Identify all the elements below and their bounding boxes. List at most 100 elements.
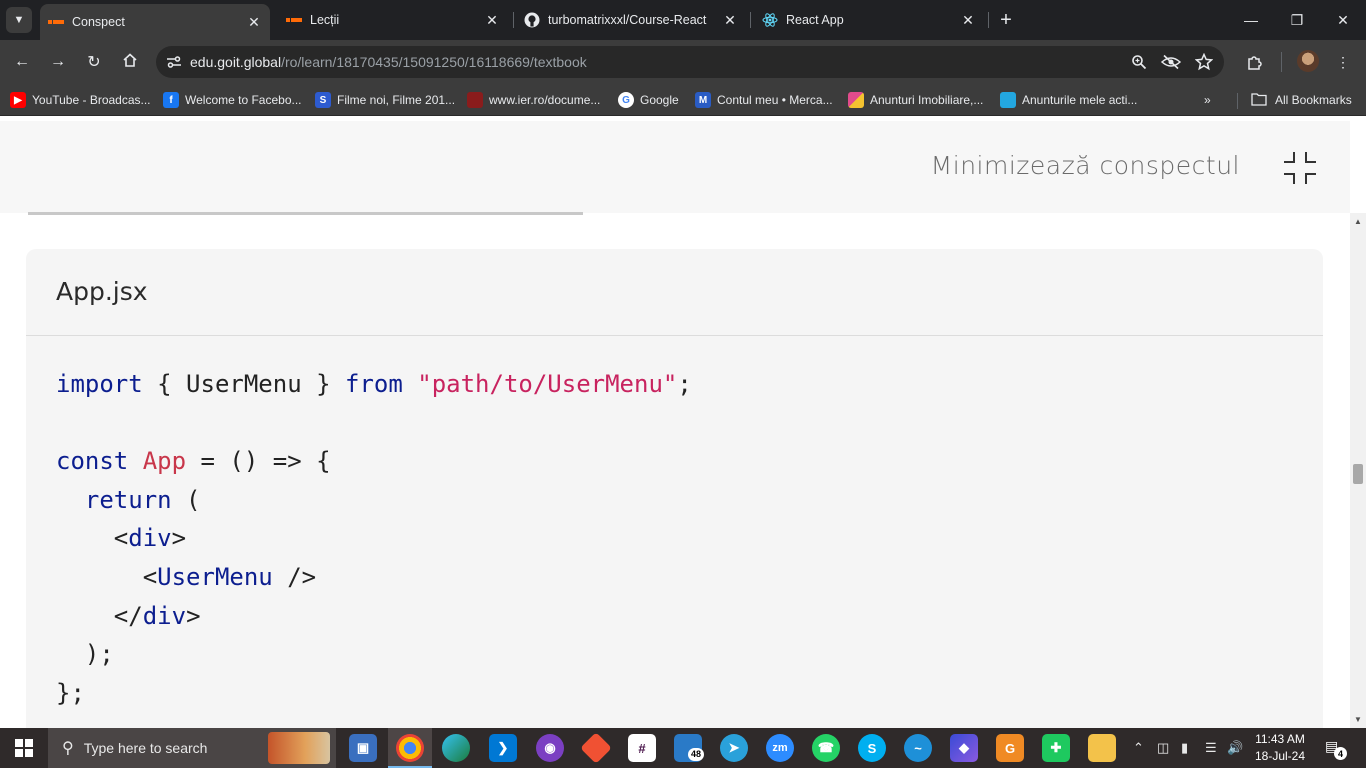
bookmark-facebook[interactable]: f Welcome to Facebo... <box>163 91 302 109</box>
weather-app-icon[interactable]: ~ <box>904 734 932 762</box>
site-info-icon[interactable] <box>158 55 190 69</box>
mercadopago-icon: M <box>695 92 711 108</box>
scrollbar-thumb[interactable] <box>1353 464 1363 484</box>
bookmark-label: Welcome to Facebo... <box>185 93 302 107</box>
copilot-icon[interactable]: ◆ <box>950 734 978 762</box>
whatsapp-icon[interactable]: ☎ <box>812 734 840 762</box>
bookmark-label: Contul meu • Merca... <box>717 93 833 107</box>
pdf-app-icon[interactable]: G <box>996 734 1024 762</box>
facebook-icon: f <box>163 92 179 108</box>
taskbar-clock[interactable]: 11:43 AM 18-Jul-24 <box>1247 731 1313 765</box>
skype-icon[interactable]: S <box>858 734 886 762</box>
olx-icon <box>1000 92 1016 108</box>
close-icon[interactable]: ✕ <box>244 12 264 32</box>
code-divider <box>26 335 1323 336</box>
folder-icon <box>1251 92 1267 109</box>
scroll-down-arrow-icon[interactable]: ▼ <box>1354 715 1362 724</box>
game-app-icon[interactable]: ✚ <box>1042 734 1070 762</box>
tab-strip: ▼ Conspect ✕ Lecții ✕ turbomatrixxxl/Cou… <box>0 0 1366 40</box>
bookmark-filme[interactable]: S Filme noi, Filme 201... <box>315 91 455 109</box>
code-block: App.jsx import { UserMenu } from "path/t… <box>26 249 1323 728</box>
eye-slash-icon[interactable] <box>1160 51 1182 73</box>
tab-react-app[interactable]: React App ✕ <box>754 4 984 36</box>
tab-github[interactable]: turbomatrixxxl/Course-React ✕ <box>516 4 746 36</box>
page-scrollbar[interactable]: ▲ ▼ <box>1350 213 1366 728</box>
tab-search-button[interactable]: ▼ <box>6 7 32 33</box>
bookmark-ier[interactable]: www.ier.ro/docume... <box>467 91 600 109</box>
clock-time: 11:43 AM <box>1255 732 1305 746</box>
restore-icon: ❐ <box>1290 11 1304 28</box>
tab-separator <box>988 12 989 28</box>
address-bar[interactable]: edu.goit.global/ro/learn/18170435/150912… <box>156 46 1224 78</box>
telegram-icon[interactable]: ➤ <box>720 734 748 762</box>
tab-lectii[interactable]: Lecții ✕ <box>278 4 508 36</box>
more-bookmarks-button[interactable]: » <box>1204 91 1211 109</box>
bookmark-olx[interactable]: Anunturile mele acti... <box>1000 91 1137 109</box>
tray-chevron-up-icon[interactable]: ⌃ <box>1133 740 1144 756</box>
home-button[interactable] <box>116 48 144 76</box>
chrome-icon[interactable] <box>396 734 424 762</box>
zoom-app-icon[interactable]: zm <box>766 734 794 762</box>
close-icon[interactable]: ✕ <box>482 10 502 30</box>
tray-device-icon[interactable]: ◫ <box>1157 740 1169 756</box>
restore-window-button[interactable]: ❐ <box>1274 0 1320 40</box>
plus-icon: + <box>1000 8 1012 31</box>
menu-kebab-icon[interactable]: ⋮ <box>1332 51 1354 73</box>
bookmark-label: Google <box>640 93 679 107</box>
all-bookmarks-label: All Bookmarks <box>1275 93 1352 107</box>
calendar-app-icon[interactable]: 48 <box>674 734 705 762</box>
close-icon[interactable]: ✕ <box>720 10 740 30</box>
vscode-icon[interactable]: ❯ <box>489 734 517 762</box>
youtube-icon: ▶ <box>10 92 26 108</box>
bookmark-star-icon[interactable] <box>1193 51 1215 73</box>
react-icon <box>762 12 778 28</box>
profile-avatar[interactable] <box>1297 50 1319 72</box>
minimize-conspect-label[interactable]: Minimizează conspectul <box>931 151 1240 180</box>
taskbar-search-box[interactable]: ⚲ Type here to search <box>48 728 336 768</box>
reload-button[interactable]: ↻ <box>80 48 108 76</box>
start-button[interactable] <box>0 728 48 768</box>
search-highlight-image <box>268 732 330 764</box>
github-icon <box>524 12 540 28</box>
minimize-window-button[interactable]: — <box>1228 0 1274 40</box>
double-chevron-right-icon: » <box>1204 93 1211 107</box>
extensions-icon[interactable] <box>1244 51 1266 73</box>
arrow-right-icon: → <box>50 53 66 70</box>
bookmark-mercadopago[interactable]: M Contul meu • Merca... <box>695 91 833 109</box>
ier-icon <box>467 92 483 108</box>
close-window-button[interactable]: ✕ <box>1320 0 1366 40</box>
goit-icon <box>48 14 64 30</box>
imobiliare-icon <box>848 92 864 108</box>
tray-wifi-icon[interactable]: ☰ <box>1205 740 1217 756</box>
bookmark-youtube[interactable]: ▶ YouTube - Broadcas... <box>10 91 151 109</box>
git-icon[interactable] <box>580 732 612 764</box>
notification-center-icon[interactable]: ▤ 4 <box>1325 738 1347 760</box>
zoom-icon[interactable] <box>1128 51 1150 73</box>
code-content: import { UserMenu } from "path/to/UserMe… <box>56 370 692 707</box>
tab-title: turbomatrixxxl/Course-React <box>548 13 707 27</box>
slack-icon[interactable]: # <box>628 734 656 762</box>
conspect-header: Minimizează conspectul <box>0 121 1350 213</box>
tray-volume-icon[interactable]: 🔊 <box>1227 740 1243 756</box>
file-explorer-icon[interactable] <box>1088 734 1116 762</box>
collapse-icon[interactable] <box>1282 150 1318 186</box>
page-content: Minimizează conspectul App.jsx import { … <box>0 121 1350 728</box>
tab-title: Conspect <box>72 15 125 29</box>
bookmark-label: YouTube - Broadcas... <box>32 93 151 107</box>
scroll-up-arrow-icon[interactable]: ▲ <box>1354 217 1362 226</box>
tray-battery-icon[interactable]: ▮ <box>1181 740 1188 756</box>
bookmark-imobiliare[interactable]: Anunturi Imobiliare,... <box>848 91 983 109</box>
new-tab-button[interactable]: + <box>994 8 1018 32</box>
tab-conspect[interactable]: Conspect ✕ <box>40 4 270 40</box>
forward-button[interactable]: → <box>44 48 72 76</box>
back-button[interactable]: ← <box>8 48 36 76</box>
bookmark-google[interactable]: G Google <box>618 91 679 109</box>
task-view-icon[interactable]: ▣ <box>349 734 377 762</box>
close-icon[interactable]: ✕ <box>958 10 978 30</box>
close-icon: ✕ <box>1337 11 1349 28</box>
edge-icon[interactable] <box>442 734 470 762</box>
browser-toolbar: ← → ↻ edu.goit.global/ro/learn/18170435/… <box>0 40 1366 84</box>
github-desktop-icon[interactable]: ◉ <box>536 734 564 762</box>
all-bookmarks-button[interactable]: All Bookmarks <box>1251 91 1352 109</box>
google-icon: G <box>618 92 634 108</box>
